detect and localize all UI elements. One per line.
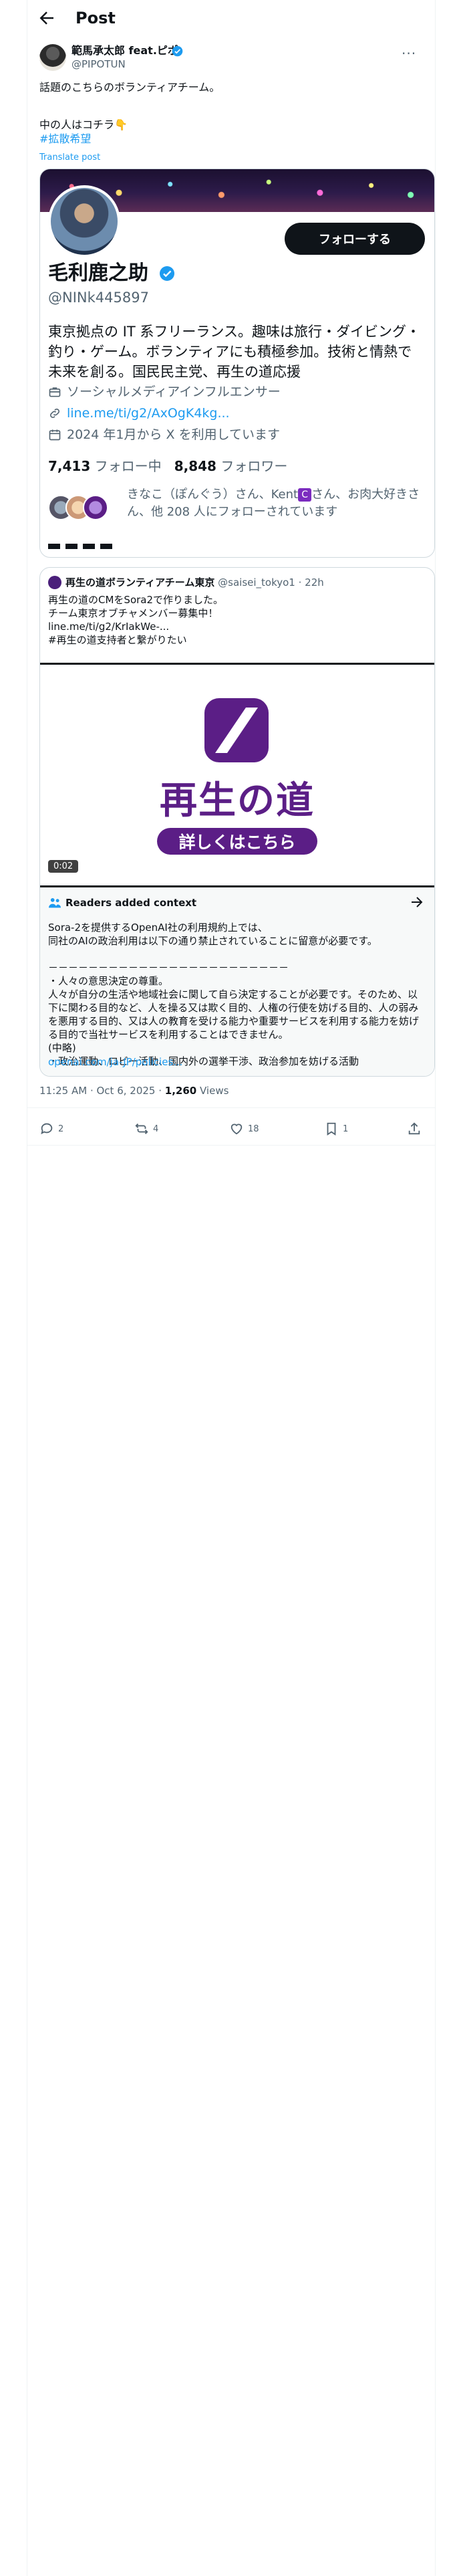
note-title: Readers added context — [65, 897, 197, 909]
share-icon — [407, 1121, 422, 1136]
page-title: Post — [76, 9, 116, 27]
kent-badge: C — [298, 488, 312, 502]
verified-badge-icon — [172, 45, 183, 57]
video-details-button: 詳しくはこちら — [157, 828, 317, 855]
followers-label: フォロワー — [220, 458, 288, 474]
profile-link: line.me/ti/g2/AxOgK4kg... — [67, 406, 230, 421]
arrow-right-icon[interactable] — [409, 894, 425, 910]
like-count: 18 — [248, 1123, 259, 1134]
reply-icon — [39, 1121, 54, 1136]
profile-joined: 2024 年1月から X を利用しています — [67, 427, 281, 442]
followers-count: 8,848 — [174, 458, 216, 474]
quote-author-name: 再生の道ボランティアチーム東京 — [65, 576, 215, 588]
like-button[interactable]: 18 — [229, 1121, 259, 1137]
reply-button[interactable]: 2 — [39, 1121, 63, 1137]
profile-handle: @NINk445897 — [48, 290, 149, 306]
back-arrow-icon[interactable] — [37, 8, 57, 28]
following-count: 7,413 — [48, 458, 91, 474]
view-count: 1,260 — [164, 1085, 197, 1097]
following-label: フォロー中 — [94, 458, 162, 474]
bookmark-count: 1 — [343, 1123, 349, 1134]
repost-count: 4 — [153, 1123, 159, 1134]
post-timestamp: 11:25 AM · Oct 6, 2025 · 1,260 Views — [39, 1085, 229, 1097]
profile-card-image[interactable]: フォローする 毛利鹿之助 @NINk445897 東京拠点の IT 系フリーラン… — [39, 169, 435, 558]
divider — [27, 1145, 435, 1146]
more-options-icon[interactable]: ··· — [402, 45, 422, 62]
profile-link-row: line.me/ti/g2/AxOgK4kg... — [48, 405, 230, 422]
post-time: 11:25 AM · Oct 6, 2025 · — [39, 1085, 165, 1097]
quote-header: 再生の道ボランティアチーム東京 @saisei_tokyo1 · 22h — [65, 576, 324, 589]
translate-post-link[interactable]: Translate post — [39, 152, 100, 163]
divider — [27, 1107, 435, 1108]
action-bar: 2 4 18 1 — [27, 1111, 435, 1145]
video-title-text: 再生の道 — [160, 779, 315, 823]
follow-button: フォローする — [285, 223, 425, 255]
profile-avatar — [48, 185, 120, 257]
mutual-text-a: きなこ（ぽんぐう）さん、Kent — [127, 488, 299, 502]
cropped-text-fragment — [48, 544, 115, 549]
note-source-link[interactable]: openai.com/ja-JP/policies... — [48, 1056, 183, 1068]
profile-stats: 7,413 フォロー中 8,848 フォロワー — [48, 455, 287, 475]
profile-category: ソーシャルメディアインフルエンサー — [67, 385, 281, 399]
saisei-logo-icon — [204, 698, 269, 762]
quote-avatar — [48, 576, 61, 589]
views-label: Views — [196, 1085, 229, 1097]
people-icon — [48, 897, 61, 909]
profile-bio: 東京拠点の IT 系フリーランス。趣味は旅行・ダイビング・釣り・ゲーム。ボランテ… — [48, 324, 420, 380]
bookmark-icon — [324, 1121, 339, 1136]
profile-category-row: ソーシャルメディアインフルエンサー — [48, 383, 281, 401]
calendar-icon — [48, 428, 61, 441]
author-avatar[interactable] — [39, 44, 66, 71]
quoted-post[interactable]: 再生の道ボランティアチーム東京 @saisei_tokyo1 · 22h 再生の… — [39, 567, 435, 1077]
briefcase-icon — [48, 385, 61, 399]
mutual-avatar — [83, 495, 108, 520]
profile-joined-row: 2024 年1月から X を利用しています — [48, 426, 280, 443]
followed-by-text: きなこ（ぽんぐう）さん、Kent C さん、お肉大好きさん、他 208 人にフォロー… — [127, 486, 421, 521]
author-name[interactable]: 範馬承太郎 feat.ピポ — [71, 44, 178, 58]
quote-time: · 22h — [298, 576, 324, 588]
quote-author-handle: @saisei_tokyo1 — [218, 576, 295, 588]
heart-icon — [229, 1121, 244, 1136]
author-handle[interactable]: @PIPOTUN — [71, 58, 126, 70]
profile-name: 毛利鹿之助 — [48, 261, 148, 285]
post-column: Post 範馬承太郎 feat.ピポ @PIPOTUN ··· 話題のこちらのボ… — [27, 0, 436, 2576]
community-note[interactable]: Readers added context Sora-2を提供するOpenAI社… — [40, 887, 434, 1076]
hashtag-link[interactable]: #拡散希望 — [39, 132, 91, 146]
repost-button[interactable]: 4 — [134, 1121, 158, 1137]
quote-text: 再生の道のCMをSora2で作りました。 チーム東京オブチャメンバー募集中！ l… — [48, 594, 224, 646]
link-icon — [48, 407, 61, 420]
note-text: Sora-2を提供するOpenAI社の利用規約上では、 同社のAIの政治利用は以… — [48, 922, 420, 1067]
verified-badge-icon — [159, 265, 175, 282]
repost-icon — [134, 1121, 149, 1136]
share-button[interactable] — [407, 1121, 422, 1137]
bookmark-button[interactable]: 1 — [324, 1121, 348, 1137]
post-text-line1: 話題のこちらのボランティアチーム。 — [39, 81, 220, 94]
post-text-line2: 中の人はコチラ👇 — [39, 118, 128, 131]
video-player[interactable]: 再生の道 詳しくはこちら 0:02 — [40, 663, 434, 887]
reply-count: 2 — [58, 1123, 64, 1134]
video-duration: 0:02 — [48, 860, 79, 873]
